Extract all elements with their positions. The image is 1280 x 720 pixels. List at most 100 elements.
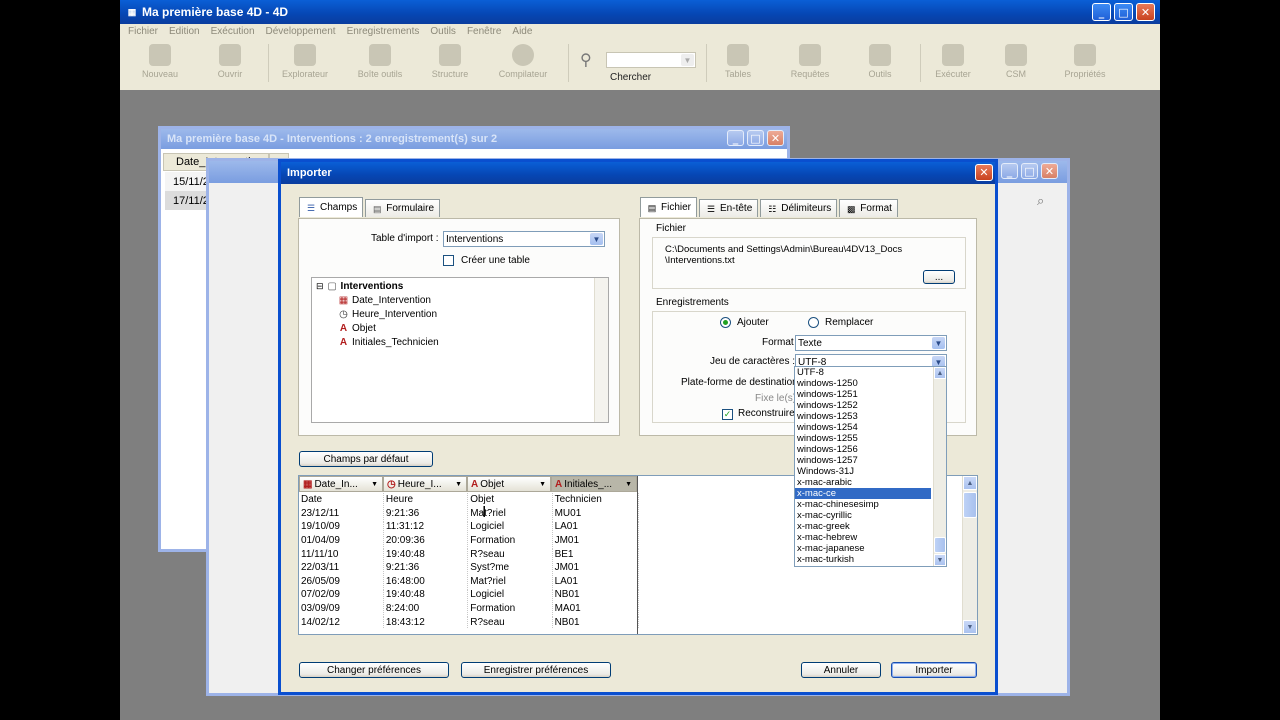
close-button[interactable]: ✕: [1041, 163, 1058, 179]
preview-scrollbar[interactable]: ▲ ▼: [962, 476, 977, 634]
toolbar-run[interactable]: Exécuter: [923, 42, 983, 79]
search-icon[interactable]: ⌕: [1037, 193, 1044, 209]
tree-field-objet[interactable]: A Objet: [338, 323, 376, 334]
toolbar-csm[interactable]: CSM: [986, 42, 1046, 79]
charset-option[interactable]: UTF-8: [795, 367, 931, 378]
tree-root[interactable]: ⊟ ▢ Interventions: [316, 281, 403, 292]
scroll-up-icon[interactable]: ▲: [934, 367, 946, 379]
charset-option[interactable]: windows-1253: [795, 411, 931, 422]
charset-option[interactable]: x-mac-cyrillic: [795, 510, 931, 521]
menu-item[interactable]: Développement: [266, 26, 336, 37]
menu-item[interactable]: Outils: [430, 26, 456, 37]
rebuild-checkbox[interactable]: ✓: [722, 408, 733, 420]
charset-option[interactable]: Windows-31J: [795, 466, 931, 477]
table-import-select[interactable]: Interventions ▼: [443, 231, 605, 247]
add-radio[interactable]: [720, 317, 731, 331]
tree-field-time[interactable]: ◷ Heure_Intervention: [338, 309, 437, 320]
charset-option[interactable]: windows-1252: [795, 400, 931, 411]
tree-scrollbar[interactable]: [594, 278, 608, 422]
charset-option[interactable]: windows-1257: [795, 455, 931, 466]
tab-champs[interactable]: ☰ Champs: [299, 197, 364, 217]
charset-option[interactable]: x-mac-hebrew: [795, 532, 931, 543]
tab-en-tete[interactable]: ☰ En-tête: [699, 199, 759, 217]
toolbar-properties[interactable]: Propriétés: [1055, 42, 1115, 79]
charset-option[interactable]: windows-1250: [795, 378, 931, 389]
table-row[interactable]: 11/11/10 19:40:48 R?seau BE1: [299, 547, 640, 562]
preview-column-header[interactable]: ▦ Date_In... ▼: [299, 476, 383, 492]
toolbar-explorer[interactable]: Explorateur: [275, 42, 335, 79]
close-button[interactable]: ✕: [767, 130, 784, 146]
tree-field-date[interactable]: ▦ Date_Intervention: [338, 295, 431, 306]
menu-item[interactable]: Exécution: [211, 26, 255, 37]
scroll-thumb[interactable]: [934, 537, 946, 553]
minimize-button[interactable]: _: [727, 130, 744, 146]
replace-radio[interactable]: [808, 317, 819, 331]
close-button[interactable]: ✕: [1136, 3, 1155, 21]
browse-button[interactable]: ...: [923, 270, 955, 284]
preview-column-header[interactable]: A Objet ▼: [467, 476, 551, 492]
maximize-button[interactable]: □: [1021, 163, 1038, 179]
tab-format[interactable]: ▩ Format: [839, 199, 898, 217]
close-button[interactable]: ✕: [975, 164, 993, 181]
menu-item[interactable]: Edition: [169, 26, 200, 37]
toolbar-tables[interactable]: Tables: [708, 42, 768, 79]
menu-item[interactable]: Fenêtre: [467, 26, 501, 37]
format-select[interactable]: Texte ▼: [795, 335, 947, 351]
menu-item[interactable]: Enregistrements: [347, 26, 420, 37]
scroll-up-icon[interactable]: ▲: [963, 476, 977, 490]
charset-option[interactable]: windows-1255: [795, 433, 931, 444]
tab-delimiteurs[interactable]: ☷ Délimiteurs: [760, 199, 838, 217]
minimize-button[interactable]: _: [1001, 163, 1018, 179]
charset-option[interactable]: x-mac-turkish: [795, 554, 931, 565]
toolbar-tools[interactable]: Outils: [850, 42, 910, 79]
search-input[interactable]: ▼: [606, 52, 696, 68]
charset-option[interactable]: x-mac-greek: [795, 521, 931, 532]
chevron-down-icon[interactable]: ▼: [625, 481, 632, 488]
minimize-button[interactable]: _: [1092, 3, 1111, 21]
charset-option[interactable]: x-mac-chinesesimp: [795, 499, 931, 510]
table-row[interactable]: 07/02/09 19:40:48 Logiciel NB01: [299, 588, 640, 603]
scroll-thumb[interactable]: [963, 492, 977, 518]
maximize-button[interactable]: □: [747, 130, 764, 146]
toolbar-new[interactable]: Nouveau: [130, 42, 190, 79]
charset-option[interactable]: x-mac-arabic: [795, 477, 931, 488]
menu-item[interactable]: Fichier: [128, 26, 158, 37]
chevron-down-icon[interactable]: ▼: [455, 481, 462, 488]
charset-option[interactable]: x-mac-ce: [795, 488, 931, 499]
table-row[interactable]: 26/05/09 16:48:00 Mat?riel LA01: [299, 574, 640, 589]
preview-column-header[interactable]: A Initiales_... ▼: [551, 476, 637, 492]
maximize-button[interactable]: □: [1114, 3, 1133, 21]
preview-column-header[interactable]: ◷ Heure_I... ▼: [383, 476, 467, 492]
toolbar-open[interactable]: Ouvrir: [200, 42, 260, 79]
toolbar-compiler[interactable]: Compilateur: [493, 42, 553, 79]
toolbar-structure[interactable]: Structure: [420, 42, 480, 79]
table-row[interactable]: Date Heure Objet Technicien: [299, 493, 640, 508]
menu-item[interactable]: Aide: [512, 26, 532, 37]
tree-field-initiales[interactable]: A Initiales_Technicien: [338, 337, 439, 348]
scroll-down-icon[interactable]: ▼: [963, 620, 977, 634]
charset-option[interactable]: windows-1256: [795, 444, 931, 455]
table-row[interactable]: 23/12/11 9:21:36 Mat?riel MU01: [299, 506, 640, 521]
import-button[interactable]: Importer: [891, 662, 977, 678]
table-row[interactable]: 19/10/09 11:31:12 Logiciel LA01: [299, 520, 640, 535]
charset-scrollbar[interactable]: ▲ ▼: [933, 367, 946, 566]
chevron-down-icon[interactable]: ▼: [539, 481, 546, 488]
table-row[interactable]: 14/02/12 18:43:12 R?seau NB01: [299, 615, 640, 630]
change-preferences-button[interactable]: Changer préférences: [299, 662, 449, 678]
default-fields-button[interactable]: Champs par défaut: [299, 451, 433, 467]
scroll-down-icon[interactable]: ▼: [934, 554, 946, 566]
table-row[interactable]: 22/03/11 9:21:36 Syst?me JM01: [299, 560, 640, 576]
save-preferences-button[interactable]: Enregistrer préférences: [461, 662, 611, 678]
table-row[interactable]: 03/09/09 8:24:00 Formation MA01: [299, 601, 640, 616]
charset-option[interactable]: x-mac-japanese: [795, 543, 931, 554]
cancel-button[interactable]: Annuler: [801, 662, 881, 678]
create-table-checkbox[interactable]: [443, 255, 454, 269]
charset-dropdown-list[interactable]: UTF-8 windows-1250 windows-1251 windows-125…: [794, 366, 947, 567]
tab-formulaire[interactable]: ▤ Formulaire: [365, 199, 441, 217]
toolbar-queries[interactable]: Requêtes: [780, 42, 840, 79]
charset-option[interactable]: windows-1254: [795, 422, 931, 433]
tab-fichier[interactable]: ▤ Fichier: [640, 197, 698, 217]
table-row[interactable]: 01/04/09 20:09:36 Formation JM01: [299, 533, 640, 548]
toolbar-toolbox[interactable]: Boîte outils: [350, 42, 410, 79]
chevron-down-icon[interactable]: ▼: [371, 481, 378, 488]
